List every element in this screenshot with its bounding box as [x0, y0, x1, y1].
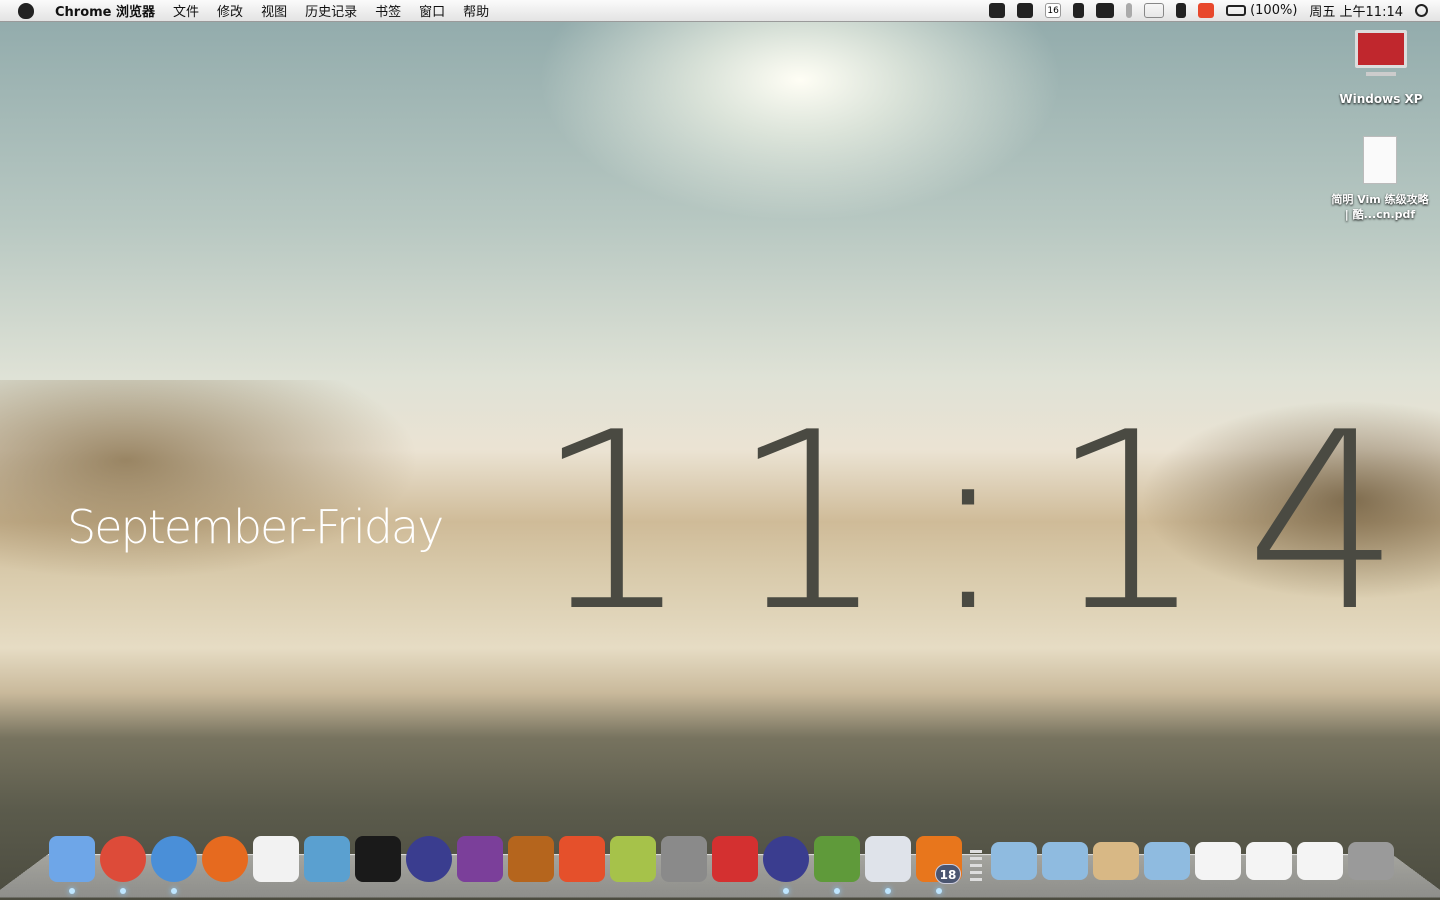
- dock-m-app-icon[interactable]: [712, 836, 758, 882]
- dock-documents-folder-icon[interactable]: [1042, 842, 1088, 880]
- running-indicator: [834, 888, 840, 894]
- dock-finder-icon[interactable]: [49, 836, 95, 882]
- menubar-clock[interactable]: 周五 上午11:14: [1309, 1, 1403, 20]
- dock-applications-folder-icon[interactable]: [991, 842, 1037, 880]
- desktop-icon-label: Windows XP: [1339, 92, 1423, 106]
- volume-icon[interactable]: [1176, 3, 1187, 18]
- dock-badge: 18: [935, 864, 961, 884]
- dock-eclipse-2-icon[interactable]: [763, 836, 809, 882]
- desktop-icon-pdf[interactable]: 简明 Vim 练级攻略 | 酷...cn.pdf: [1330, 136, 1430, 222]
- running-indicator: [69, 888, 75, 894]
- spotlight-icon[interactable]: [1415, 4, 1428, 17]
- dock-windows-folder-icon[interactable]: [1144, 842, 1190, 880]
- menu-edit[interactable]: 修改: [208, 1, 252, 20]
- dock-chrome-icon[interactable]: [100, 836, 146, 882]
- dock-separator: [970, 850, 982, 884]
- battery-percent: (100%): [1250, 3, 1298, 18]
- running-indicator: [120, 888, 126, 894]
- running-indicator: [885, 888, 891, 894]
- desktop-icon-windows-xp[interactable]: Windows XP: [1331, 30, 1431, 106]
- calendar-icon[interactable]: 16: [1045, 3, 1062, 18]
- wifi-icon[interactable]: [1144, 3, 1165, 18]
- dock-textedit-icon[interactable]: [865, 836, 911, 882]
- dock-keynote-icon[interactable]: [508, 836, 554, 882]
- dock-system-preferences-icon[interactable]: [661, 836, 707, 882]
- clock-widget: 11:14: [535, 380, 1440, 665]
- menu-help[interactable]: 帮助: [454, 1, 498, 20]
- dock-lotus-app-icon[interactable]: [814, 836, 860, 882]
- dock-finder-window-icon[interactable]: [1297, 842, 1343, 880]
- display-icon[interactable]: [1096, 3, 1115, 18]
- menu-file[interactable]: 文件: [164, 1, 208, 20]
- lock-icon[interactable]: [1073, 3, 1085, 18]
- dock-firefox-icon[interactable]: [202, 836, 248, 882]
- menu-bookmarks[interactable]: 书签: [366, 1, 410, 20]
- dock-downloads-stack-icon[interactable]: [1093, 842, 1139, 880]
- growl-icon[interactable]: [989, 3, 1006, 18]
- battery-status[interactable]: (100%): [1226, 3, 1297, 18]
- desktop-icon-label: 简明 Vim 练级攻略 | 酷...cn.pdf: [1331, 193, 1429, 221]
- sogou-input-icon[interactable]: [1198, 3, 1215, 18]
- dock-terminal-icon[interactable]: [355, 836, 401, 882]
- dock-pear-app-icon[interactable]: [610, 836, 656, 882]
- date-widget: September-Friday: [67, 500, 444, 554]
- running-indicator: [171, 888, 177, 894]
- dock-ical-icon[interactable]: [253, 836, 299, 882]
- running-indicator: [783, 888, 789, 894]
- status-area: 16 (100%) 周五 上午11:14: [989, 1, 1440, 20]
- running-indicator: [936, 888, 942, 894]
- dock-network-utility-icon[interactable]: [304, 836, 350, 882]
- menu-app[interactable]: Chrome 浏览器: [46, 1, 164, 20]
- dock-safari-icon[interactable]: [151, 836, 197, 882]
- dock-trash-icon[interactable]: [1348, 842, 1394, 880]
- dock-eclipse-icon[interactable]: [406, 836, 452, 882]
- bluetooth-icon[interactable]: [1126, 3, 1133, 18]
- dock-chrome-window-icon[interactable]: [1246, 842, 1292, 880]
- dock-xcode-tool-icon[interactable]: [457, 836, 503, 882]
- dock-eclipse-window-icon[interactable]: [1195, 842, 1241, 880]
- dock-p-app-icon[interactable]: [559, 836, 605, 882]
- menu-bar: Chrome 浏览器 文件 修改 视图 历史记录 书签 窗口 帮助 16 (10…: [0, 0, 1440, 22]
- menu-window[interactable]: 窗口: [410, 1, 454, 20]
- notification-icon[interactable]: [1017, 3, 1034, 18]
- battery-icon: [1226, 5, 1247, 16]
- pdf-document-icon: [1363, 136, 1397, 184]
- menu-history[interactable]: 历史记录: [296, 1, 366, 20]
- menu-view[interactable]: 视图: [252, 1, 296, 20]
- apple-menu-icon[interactable]: [18, 2, 34, 19]
- parallels-vm-icon: [1355, 30, 1407, 68]
